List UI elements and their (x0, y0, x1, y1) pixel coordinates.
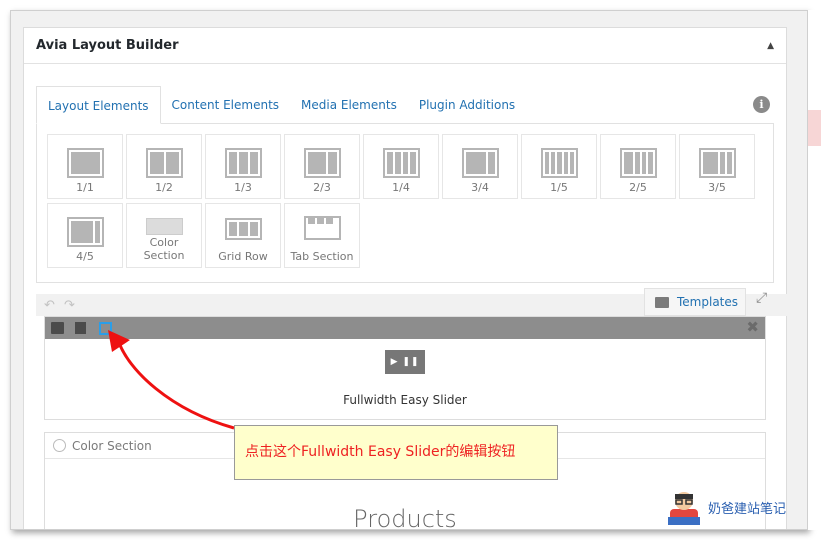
element-label: 3/4 (471, 181, 489, 194)
column-2-3-icon (304, 148, 341, 178)
fullscreen-expand-icon[interactable]: ⤢ (756, 290, 767, 306)
tab-layout-elements[interactable]: Layout Elements (36, 86, 161, 124)
slider-element-label: Fullwidth Easy Slider (343, 393, 467, 407)
slider-play-pause-icon: ▶ ❚❚ (385, 350, 425, 374)
element-1-2[interactable]: 1/2 (126, 134, 202, 199)
templates-box-icon (655, 296, 669, 308)
element-label: 4/5 (76, 250, 94, 263)
collapse-toggle-icon[interactable]: ▲ (767, 41, 774, 51)
templates-label: Templates (677, 295, 739, 309)
element-3-4[interactable]: 3/4 (442, 134, 518, 199)
element-label: 2/3 (313, 181, 331, 194)
watermark-text: 奶爸建站笔记 (708, 501, 787, 517)
panel-title: Avia Layout Builder (36, 38, 179, 53)
tab-media-elements[interactable]: Media Elements (290, 86, 408, 124)
column-1-4-icon (383, 148, 420, 178)
element-label: 3/5 (708, 181, 726, 194)
column-1-2-icon (146, 148, 183, 178)
products-heading: Products (353, 505, 457, 530)
slider-control-bar: ✖ (45, 317, 765, 339)
watermark: 奶爸建站笔记 (664, 485, 814, 529)
undo-icon[interactable]: ↶ (44, 298, 55, 313)
element-1-1[interactable]: 1/1 (47, 134, 123, 199)
element-label: 2/5 (629, 181, 647, 194)
color-section-label: Color Section (72, 438, 152, 453)
element-1-3[interactable]: 1/3 (205, 134, 281, 199)
element-label: Grid Row (218, 250, 268, 263)
element-label: 1/5 (550, 181, 568, 194)
element-1-5[interactable]: 1/5 (521, 134, 597, 199)
edit-icon[interactable] (99, 322, 112, 335)
color-section-radio[interactable] (53, 439, 66, 452)
element-1-4[interactable]: 1/4 (363, 134, 439, 199)
annotation-callout: 点击这个Fullwidth Easy Slider的编辑按钮 (234, 425, 558, 480)
element-color-section[interactable]: Color Section (126, 203, 202, 268)
info-icon[interactable]: i (753, 96, 770, 113)
duplicate-icon[interactable] (75, 322, 86, 334)
column-3-5-icon (699, 148, 736, 178)
grid-row-icon (225, 218, 262, 240)
panel-header: Avia Layout Builder ▲ (24, 28, 786, 64)
element-tabs: Layout Elements Content Elements Media E… (36, 86, 774, 124)
element-2-3[interactable]: 2/3 (284, 134, 360, 199)
element-4-5[interactable]: 4/5 (47, 203, 123, 268)
watermark-avatar-icon (668, 492, 700, 525)
element-label: Tab Section (290, 250, 354, 263)
column-1-1-icon (67, 148, 104, 178)
redo-icon[interactable]: ↷ (64, 298, 75, 313)
column-1-5-icon (541, 148, 578, 178)
element-label: 1/4 (392, 181, 410, 194)
element-3-5[interactable]: 3/5 (679, 134, 755, 199)
element-tabs-area: Layout Elements Content Elements Media E… (36, 86, 774, 284)
right-edge-mark (808, 110, 821, 146)
element-label: 1/2 (155, 181, 173, 194)
element-grid-row[interactable]: Grid Row (205, 203, 281, 268)
delete-close-icon[interactable]: ✖ (746, 318, 759, 336)
templates-button[interactable]: Templates (644, 288, 746, 316)
tab-plugin-additions[interactable]: Plugin Additions (408, 86, 526, 124)
element-label: Color Section (143, 236, 185, 262)
column-4-5-icon (67, 217, 104, 247)
tab-content-elements[interactable]: Content Elements (161, 86, 290, 124)
tab-section-icon (304, 216, 341, 240)
element-tab-section[interactable]: Tab Section (284, 203, 360, 268)
column-3-4-icon (462, 148, 499, 178)
element-2-5[interactable]: 2/5 (600, 134, 676, 199)
save-template-icon[interactable] (51, 322, 64, 334)
color-section-icon (146, 218, 183, 235)
column-2-5-icon (620, 148, 657, 178)
element-label: 1/1 (76, 181, 94, 194)
element-label: 1/3 (234, 181, 252, 194)
layout-elements-panel: 1/1 1/2 1/3 2/3 1/4 3/4 1/5 2/5 3/5 4/5 … (36, 123, 774, 283)
right-edge-strip (808, 10, 821, 530)
fullwidth-easy-slider-block: ✖ ▶ ❚❚ Fullwidth Easy Slider (44, 316, 766, 420)
column-1-3-icon (225, 148, 262, 178)
canvas-toolbar: ↶ ↷ Templates ⤢ (36, 288, 788, 316)
